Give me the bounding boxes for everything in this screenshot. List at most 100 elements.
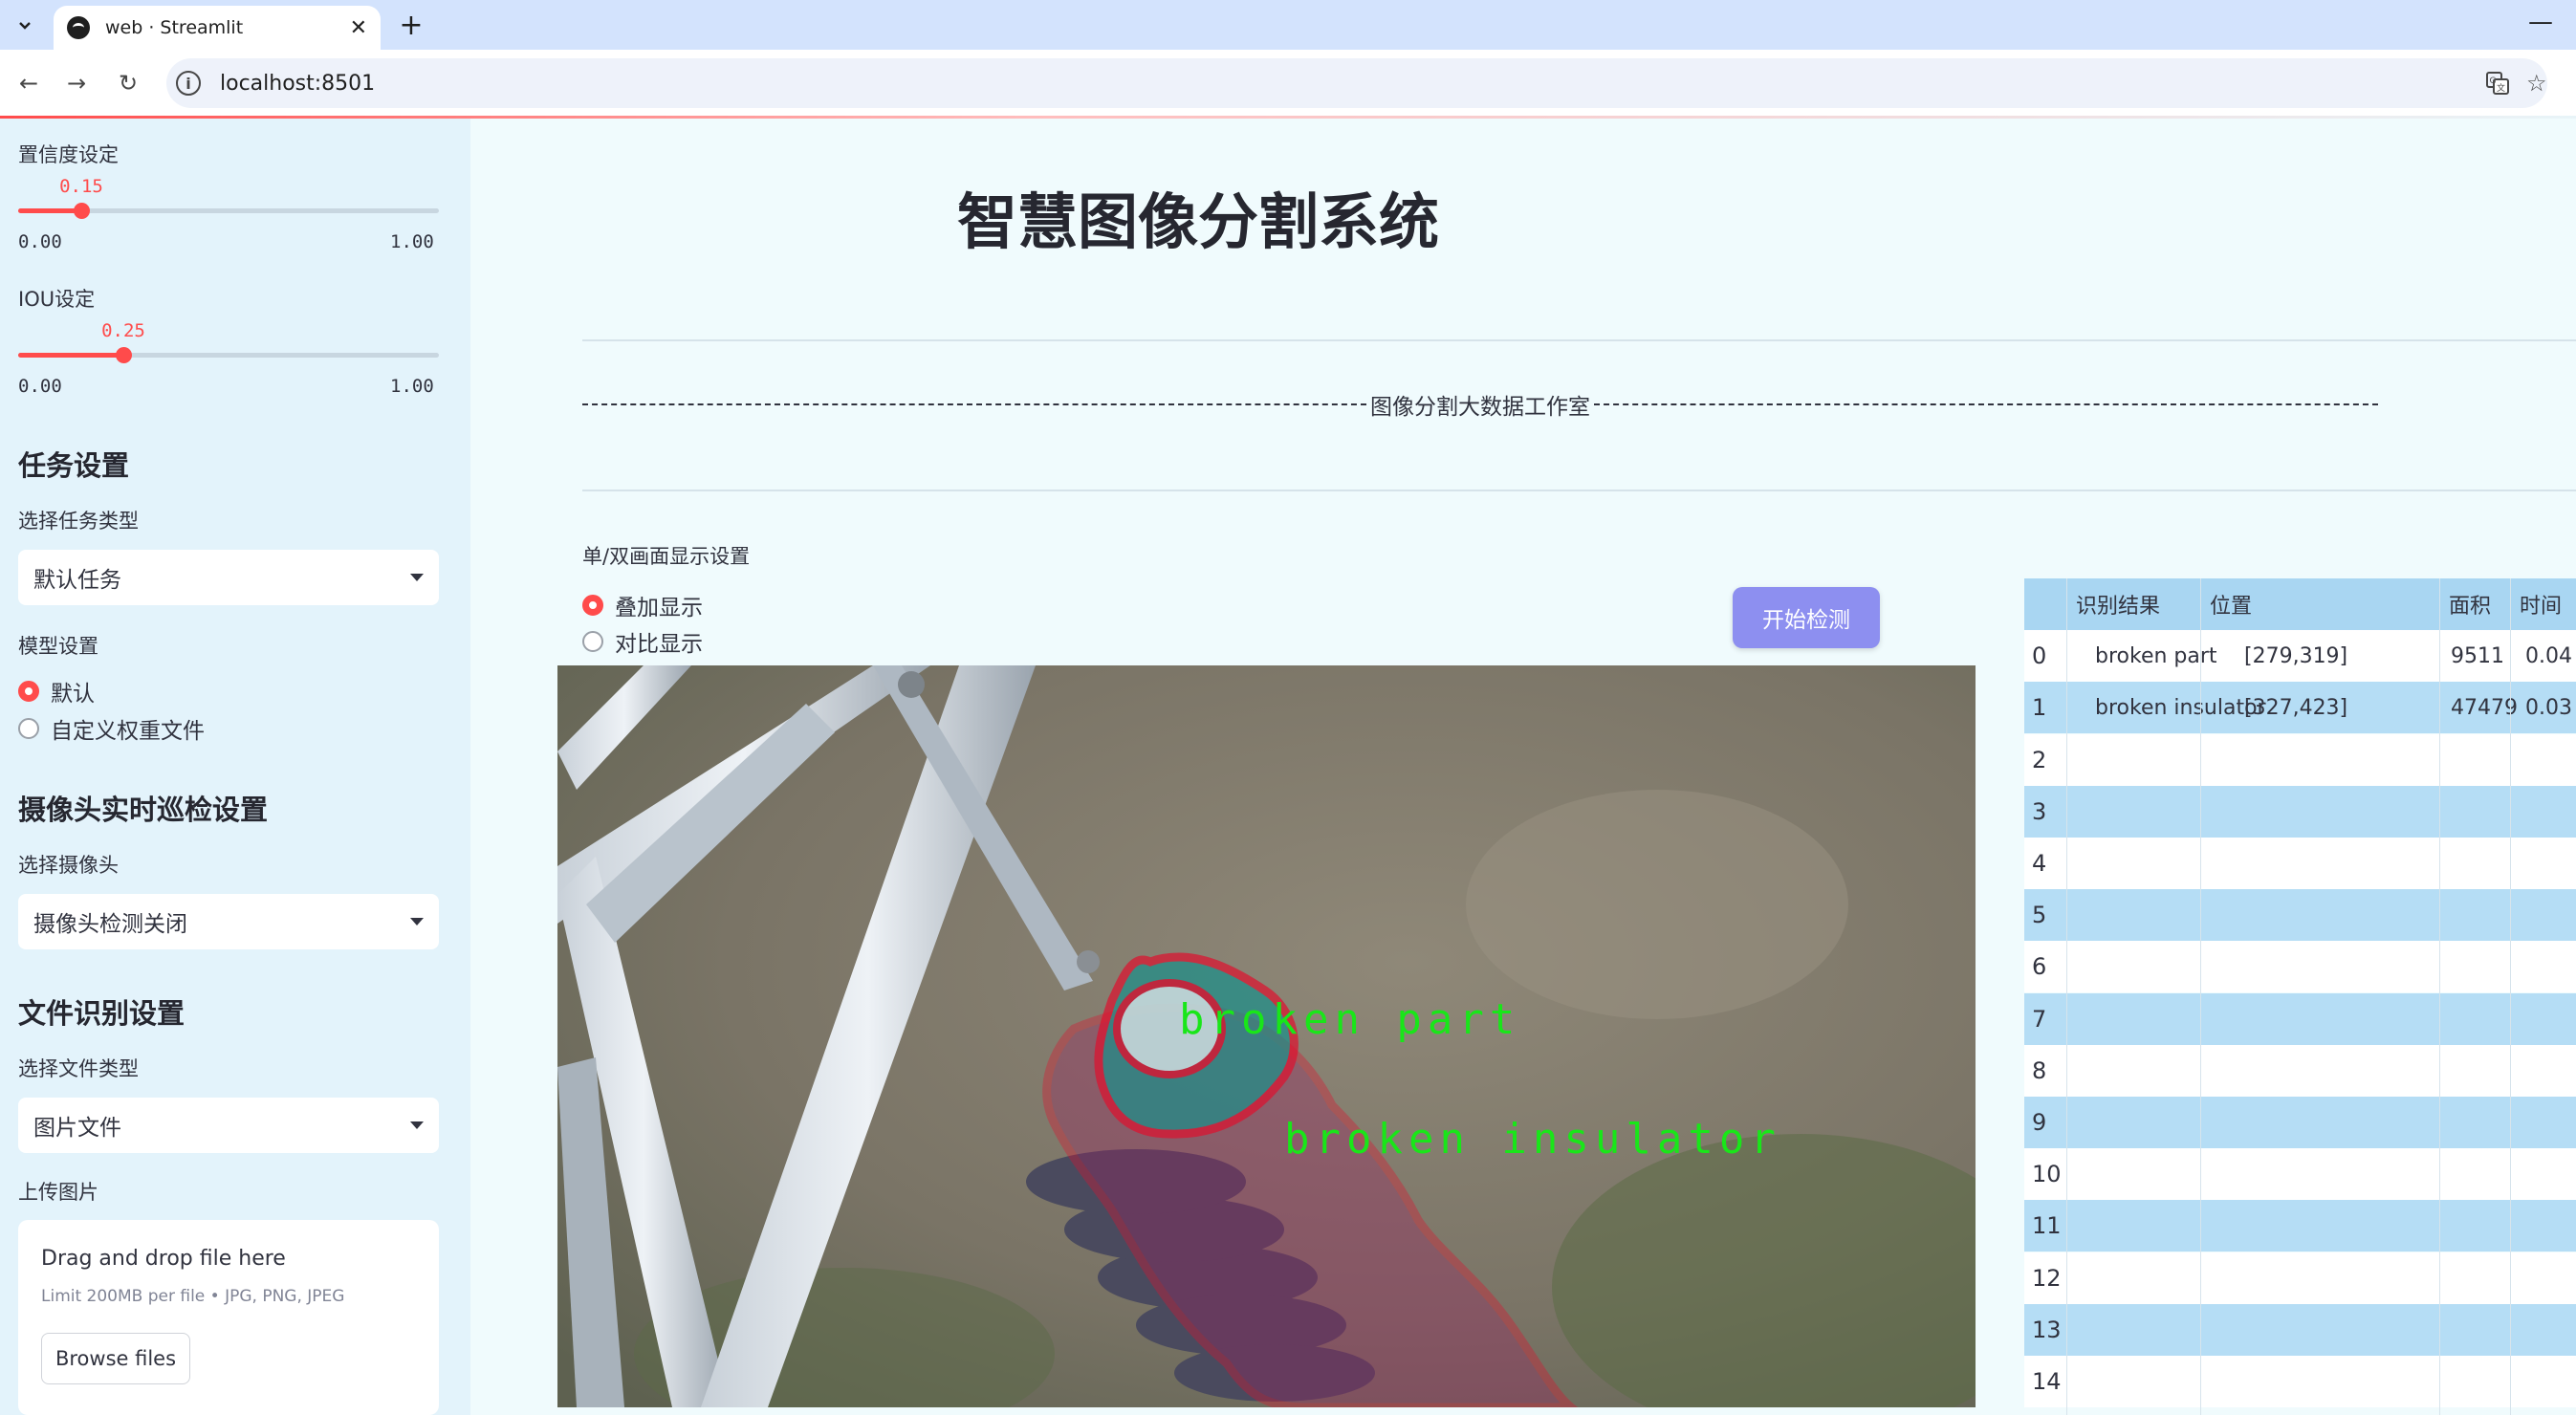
table-row[interactable]: 5 — [2024, 889, 2576, 941]
upload-limit-text: Limit 200MB per file • JPG, PNG, JPEG — [41, 1287, 345, 1306]
dash-left — [582, 403, 1366, 405]
confidence-min: 0.00 — [18, 231, 62, 252]
confidence-slider-fill — [18, 208, 81, 213]
row-index: 3 — [2032, 798, 2047, 825]
header-time: 时间 — [2520, 595, 2563, 619]
row-index: 13 — [2032, 1317, 2062, 1343]
studio-text: 图像分割大数据工作室 — [1370, 395, 1590, 420]
table-row[interactable]: 10 — [2024, 1148, 2576, 1200]
confidence-value: 0.15 — [59, 176, 103, 197]
row-index: 9 — [2032, 1109, 2047, 1136]
radio-unselected-icon — [18, 718, 39, 739]
row-index: 14 — [2032, 1368, 2062, 1395]
dash-right — [1594, 403, 2378, 405]
chevron-down-icon — [410, 1121, 424, 1129]
row-index: 1 — [2032, 694, 2047, 721]
tab-title: web · Streamlit — [105, 17, 244, 38]
svg-text:文: 文 — [2497, 82, 2505, 94]
row-index: 10 — [2032, 1161, 2062, 1187]
table-row[interactable]: 8 — [2024, 1045, 2576, 1097]
display-option-overlay[interactable]: 叠加显示 — [582, 589, 703, 621]
iou-slider-thumb[interactable] — [116, 347, 132, 363]
upload-label: 上传图片 — [18, 1181, 98, 1204]
iou-label: IOU设定 — [18, 288, 96, 311]
camera-settings-heading: 摄像头实时巡检设置 — [18, 794, 269, 826]
table-row[interactable]: 4 — [2024, 838, 2576, 889]
model-option-default[interactable]: 默认 — [18, 675, 95, 708]
forward-icon[interactable]: → — [59, 66, 94, 100]
chevron-down-icon — [410, 574, 424, 581]
camera-value: 摄像头检测关闭 — [33, 912, 187, 937]
divider-top — [582, 339, 2576, 341]
table-row[interactable]: 9 — [2024, 1097, 2576, 1148]
cell-area: 9511 — [2451, 643, 2504, 668]
results-table[interactable]: 识别结果 位置 面积 时间 0 broken part [279,319] 9511 0… — [2024, 578, 2576, 1415]
row-index: 4 — [2032, 850, 2047, 877]
camera-label: 选择摄像头 — [18, 854, 119, 877]
table-row[interactable]: 6 — [2024, 941, 2576, 992]
translate-icon[interactable]: G文 — [2484, 58, 2511, 108]
minimize-window-icon[interactable]: — — [2528, 8, 2553, 36]
confidence-label: 置信度设定 — [18, 143, 119, 166]
row-index: 8 — [2032, 1057, 2047, 1084]
file-uploader-dropzone[interactable]: Drag and drop file here Limit 200MB per … — [18, 1220, 439, 1415]
radio-unselected-icon — [582, 631, 603, 652]
header-area: 面积 — [2449, 595, 2492, 619]
row-index: 5 — [2032, 902, 2047, 928]
table-row[interactable]: 13 — [2024, 1304, 2576, 1356]
bookmark-star-icon[interactable]: ☆ — [2526, 58, 2547, 108]
detection-result-image: broken part broken insulator — [557, 665, 1976, 1407]
browser-tab[interactable]: web · Streamlit ✕ — [54, 6, 381, 50]
chevron-down-icon — [19, 22, 31, 30]
task-settings-heading: 任务设置 — [18, 449, 130, 482]
site-info-icon[interactable]: i — [176, 71, 201, 96]
file-type-select[interactable]: 图片文件 — [18, 1098, 439, 1153]
chevron-down-icon — [410, 918, 424, 925]
table-row[interactable]: 1 broken insulator [327,423] 47479 0.03 — [2024, 682, 2576, 733]
new-tab-icon[interactable]: + — [394, 8, 428, 42]
sidebar: 置信度设定 0.15 0.00 1.00 IOU设定 0.25 0.00 1.0… — [0, 119, 470, 1415]
confidence-slider-thumb[interactable] — [74, 203, 90, 219]
table-row[interactable]: 14 — [2024, 1356, 2576, 1407]
overlay-label-broken-part: broken part — [1179, 995, 1520, 1044]
iou-slider[interactable] — [18, 347, 439, 363]
browse-files-button[interactable]: Browse files — [41, 1333, 190, 1384]
table-row[interactable]: 2 — [2024, 734, 2576, 786]
row-index: 6 — [2032, 953, 2047, 980]
back-icon[interactable]: ← — [11, 66, 46, 100]
cell-result: broken insulator — [2095, 695, 2266, 720]
cell-area: 47479 — [2451, 695, 2518, 720]
table-row[interactable]: 12 — [2024, 1252, 2576, 1304]
model-settings-label: 模型设置 — [18, 635, 98, 658]
table-column-separator — [2200, 578, 2201, 1415]
file-settings-heading: 文件识别设置 — [18, 997, 186, 1030]
streamlit-favicon-icon — [67, 16, 90, 39]
display-mode-label: 单/双画面显示设置 — [582, 545, 751, 568]
model-option-custom[interactable]: 自定义权重文件 — [18, 712, 205, 745]
row-index: 2 — [2032, 747, 2047, 773]
table-row[interactable]: 11 — [2024, 1200, 2576, 1252]
table-row[interactable]: 3 — [2024, 786, 2576, 838]
reload-icon[interactable]: ↻ — [111, 66, 145, 100]
row-index: 11 — [2032, 1212, 2062, 1239]
svg-text:G: G — [2490, 76, 2497, 86]
task-type-label: 选择任务类型 — [18, 510, 139, 533]
display-option-compare[interactable]: 对比显示 — [582, 625, 703, 658]
display-option-compare-label: 对比显示 — [615, 632, 703, 657]
close-tab-icon[interactable]: ✕ — [350, 16, 367, 40]
cell-position: [327,423] — [2244, 695, 2348, 720]
camera-select[interactable]: 摄像头检测关闭 — [18, 894, 439, 949]
display-option-overlay-label: 叠加显示 — [615, 596, 703, 620]
table-row[interactable]: 0 broken part [279,319] 9511 0.04 — [2024, 630, 2576, 682]
address-bar[interactable]: i localhost:8501 G文 ☆ — [166, 58, 2547, 108]
start-detection-button[interactable]: 开始检测 — [1733, 587, 1880, 648]
table-header-row: 识别结果 位置 面积 时间 — [2024, 578, 2576, 630]
task-type-select[interactable]: 默认任务 — [18, 550, 439, 605]
cell-time: 0.04 — [2525, 643, 2572, 668]
table-column-separator — [2439, 578, 2440, 1415]
row-index: 12 — [2032, 1265, 2062, 1292]
tab-list-button[interactable] — [8, 8, 42, 42]
table-row[interactable]: 7 — [2024, 993, 2576, 1045]
model-option-custom-label: 自定义权重文件 — [51, 719, 205, 744]
confidence-slider[interactable] — [18, 203, 439, 219]
